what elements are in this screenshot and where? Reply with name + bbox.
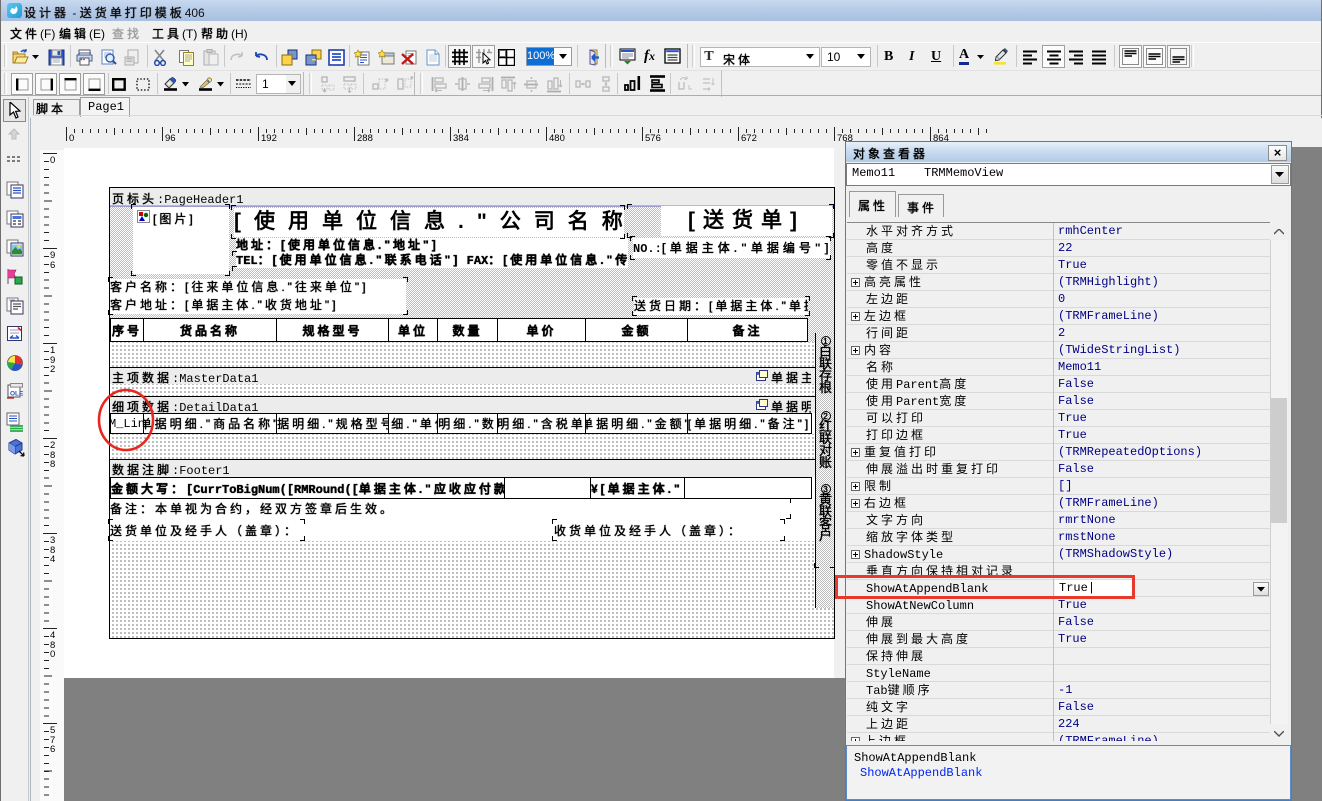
svg-text:OLE: OLE (10, 391, 24, 398)
